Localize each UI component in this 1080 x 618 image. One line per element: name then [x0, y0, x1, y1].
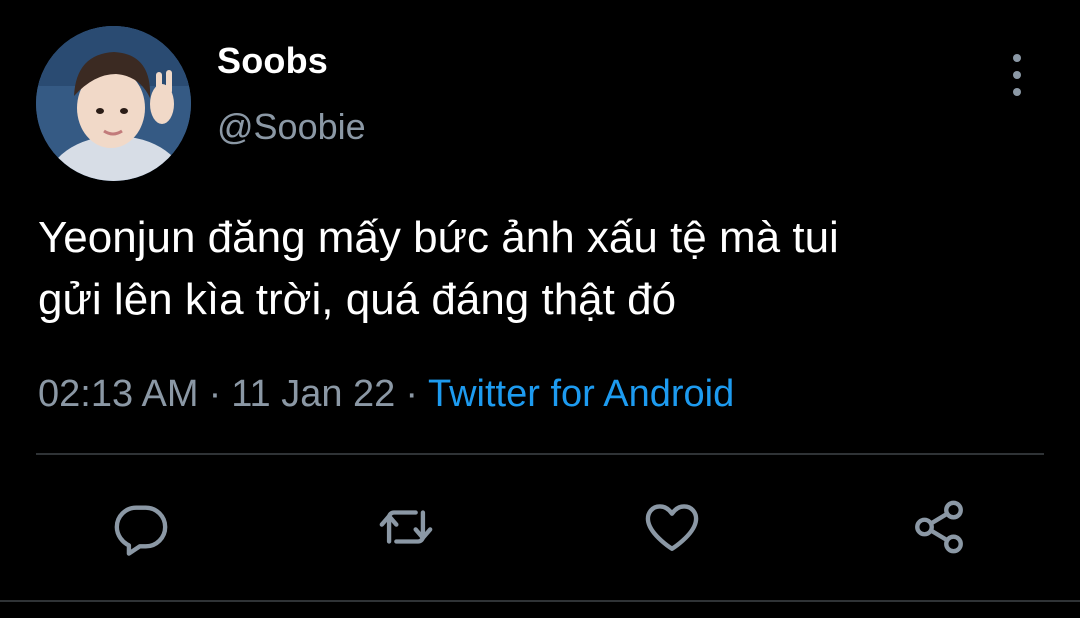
- divider: [0, 600, 1080, 602]
- author-display-name[interactable]: Soobs: [217, 40, 328, 82]
- share-button[interactable]: [909, 497, 969, 557]
- tweet-detail: Soobs @Soobie Yeonjun đăng mấy bức ảnh x…: [0, 0, 1080, 618]
- avatar-photo: [36, 26, 191, 181]
- divider: [36, 453, 1044, 455]
- tweet-time[interactable]: 02:13 AM: [38, 373, 199, 415]
- tweet-source-link[interactable]: Twitter for Android: [428, 373, 734, 415]
- retweet-icon: [379, 510, 433, 544]
- more-icon[interactable]: [1000, 54, 1034, 96]
- tweet-date[interactable]: 11 Jan 22: [231, 373, 395, 415]
- tweet-meta: 02:13 AM · 11 Jan 22 · Twitter for Android: [38, 373, 734, 416]
- avatar[interactable]: [36, 26, 191, 181]
- heart-icon: [645, 504, 699, 551]
- reply-icon: [114, 505, 168, 556]
- like-button[interactable]: [642, 497, 702, 557]
- author-handle[interactable]: @Soobie: [217, 106, 366, 148]
- retweet-button[interactable]: [376, 497, 436, 557]
- share-icon: [915, 500, 963, 554]
- meta-separator: ·: [208, 373, 222, 415]
- meta-separator: ·: [405, 373, 418, 415]
- action-bar: [0, 497, 1080, 557]
- reply-button[interactable]: [111, 497, 171, 557]
- tweet-text: Yeonjun đăng mấy bức ảnh xấu tệ mà tui g…: [38, 213, 839, 324]
